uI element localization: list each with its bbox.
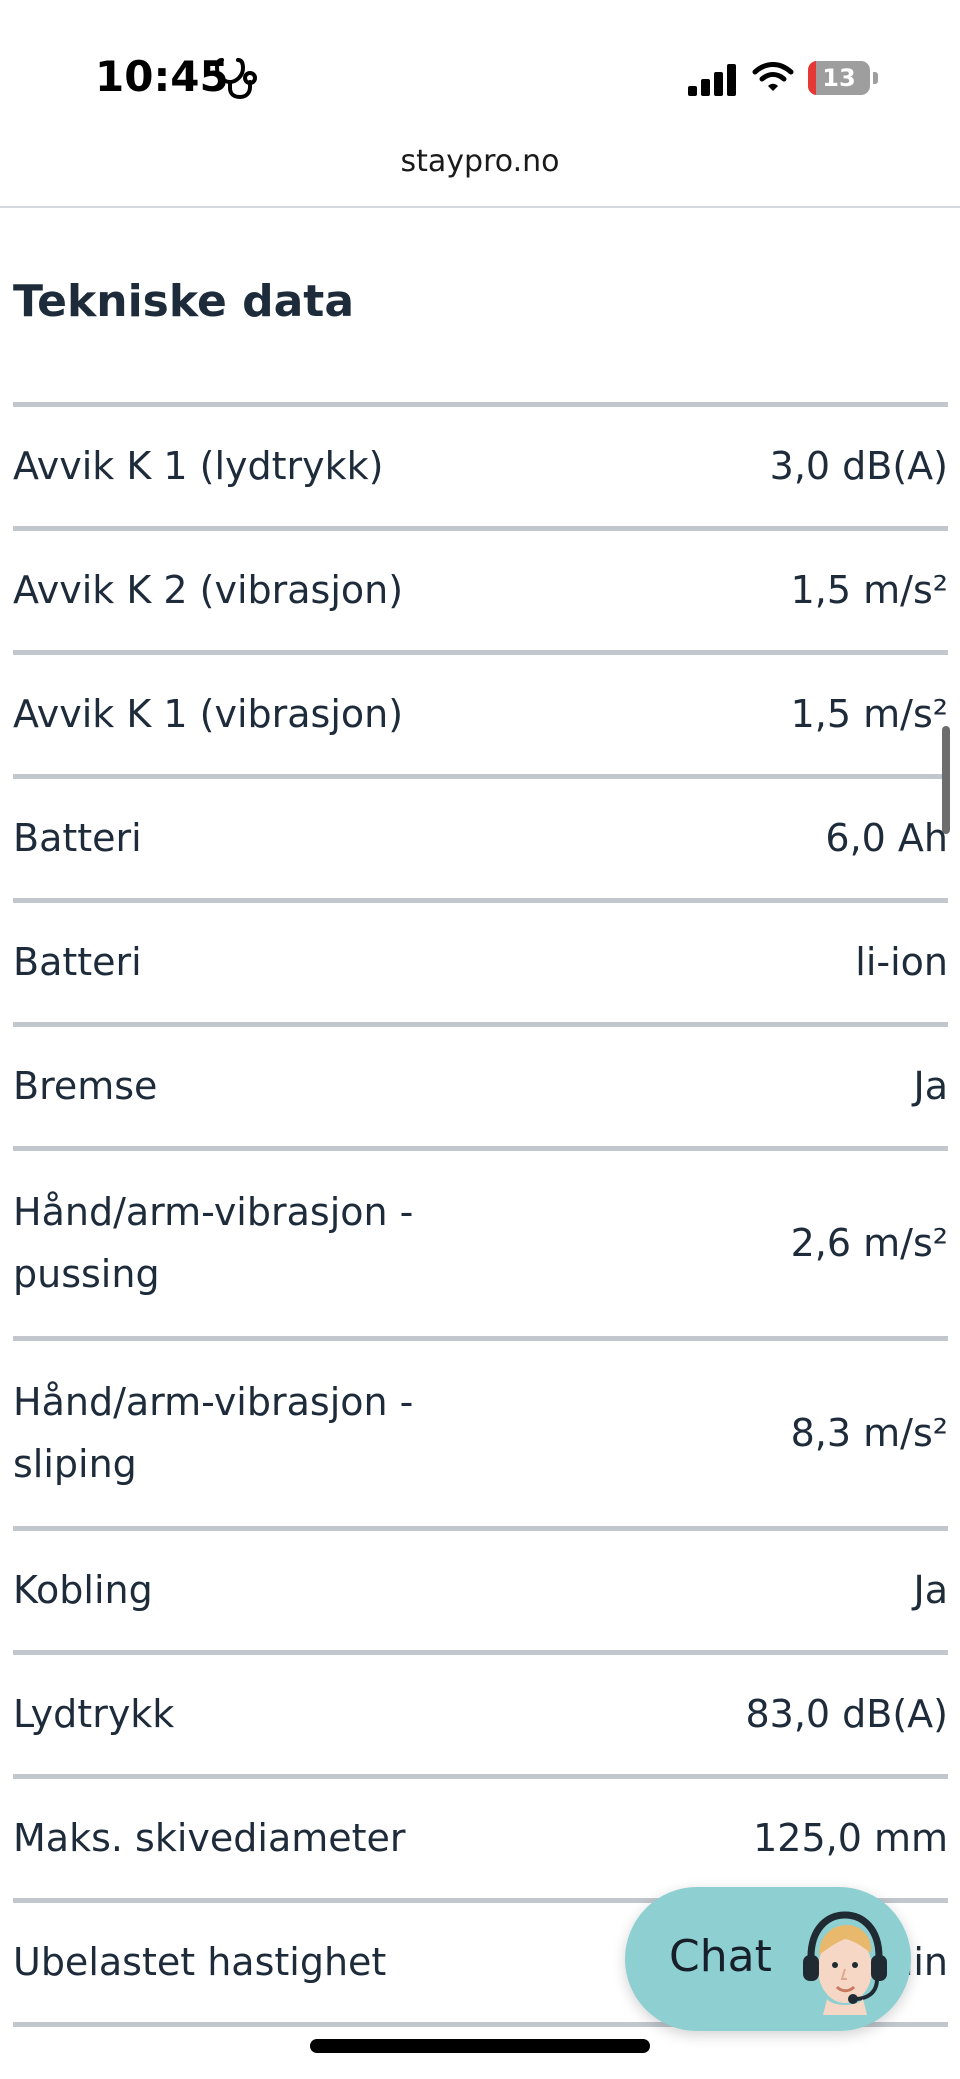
url-text[interactable]: staypro.no [0,144,960,179]
stethoscope-icon [214,58,257,100]
spec-row: Batteri 6,0 Ah [13,779,948,903]
section-title: Tekniske data [13,276,355,327]
spec-value: Ja [913,1063,949,1108]
spec-label: Lydtrykk [13,1691,175,1736]
wifi-icon [752,62,794,91]
spec-row: Avvik K 1 (lydtrykk) 3,0 dB(A) [13,407,948,531]
spec-row: Avvik K 2 (vibrasjon) 1,5 m/s² [13,531,948,655]
spec-value: 2,6 m/s² [790,1220,948,1265]
spec-value: 3,0 dB(A) [769,443,948,488]
chat-label: Chat [669,1931,772,1982]
spec-value: Ja [913,1567,949,1612]
spec-row: Kobling Ja [13,1531,948,1655]
spec-label: Batteri [13,815,142,860]
spec-value: 1,5 m/s² [790,567,948,612]
spec-row: Lydtrykk 83,0 dB(A) [13,1655,948,1779]
scrollbar-thumb[interactable] [942,726,950,834]
spec-row: Hånd/arm-vibrasjon - sliping 8,3 m/s² [13,1341,948,1531]
spec-value: 8,3 m/s² [790,1410,948,1455]
spec-label: Ubelastet hastighet [13,1939,387,1984]
spec-value: 1,5 m/s² [790,691,948,736]
home-indicator[interactable] [310,2039,650,2053]
spec-label: Hånd/arm-vibrasjon - sliping [13,1379,414,1486]
url-bar[interactable]: staypro.no [0,140,960,208]
main-content: Tekniske data Avvik K 1 (lydtrykk) 3,0 d… [13,208,948,2027]
support-agent-avatar [803,1911,887,2015]
spec-row: Avvik K 1 (vibrasjon) 1,5 m/s² [13,655,948,779]
spec-label: Kobling [13,1567,153,1612]
spec-value: 83,0 dB(A) [745,1691,948,1736]
battery-cap [873,72,878,84]
spec-label: Batteri [13,939,142,984]
status-time: 10:45 [95,52,229,101]
spec-row: Batteri li-ion [13,903,948,1027]
spec-label: Hånd/arm-vibrasjon - pussing [13,1189,414,1296]
spec-value: 125,0 mm [753,1815,948,1860]
spec-value: 6,0 Ah [825,815,948,860]
chat-button[interactable]: Chat [625,1887,911,2031]
spec-label: Maks. skivediameter [13,1815,406,1860]
spec-row: Hånd/arm-vibrasjon - pussing 2,6 m/s² [13,1151,948,1341]
battery-level: 13 [822,64,856,92]
spec-label: Avvik K 1 (lydtrykk) [13,443,384,488]
spec-label: Bremse [13,1063,158,1108]
battery-icon: 13 [808,61,878,95]
cellular-signal-icon [688,64,736,96]
spec-table: Avvik K 1 (lydtrykk) 3,0 dB(A) Avvik K 2… [13,402,948,2027]
spec-label: Avvik K 2 (vibrasjon) [13,567,404,612]
status-bar: 10:45 13 [0,0,960,140]
spec-label: Avvik K 1 (vibrasjon) [13,691,404,736]
spec-row: Bremse Ja [13,1027,948,1151]
spec-value: li-ion [855,939,948,984]
battery-body: 13 [808,61,870,95]
spec-row: Maks. skivediameter 125,0 mm [13,1779,948,1903]
